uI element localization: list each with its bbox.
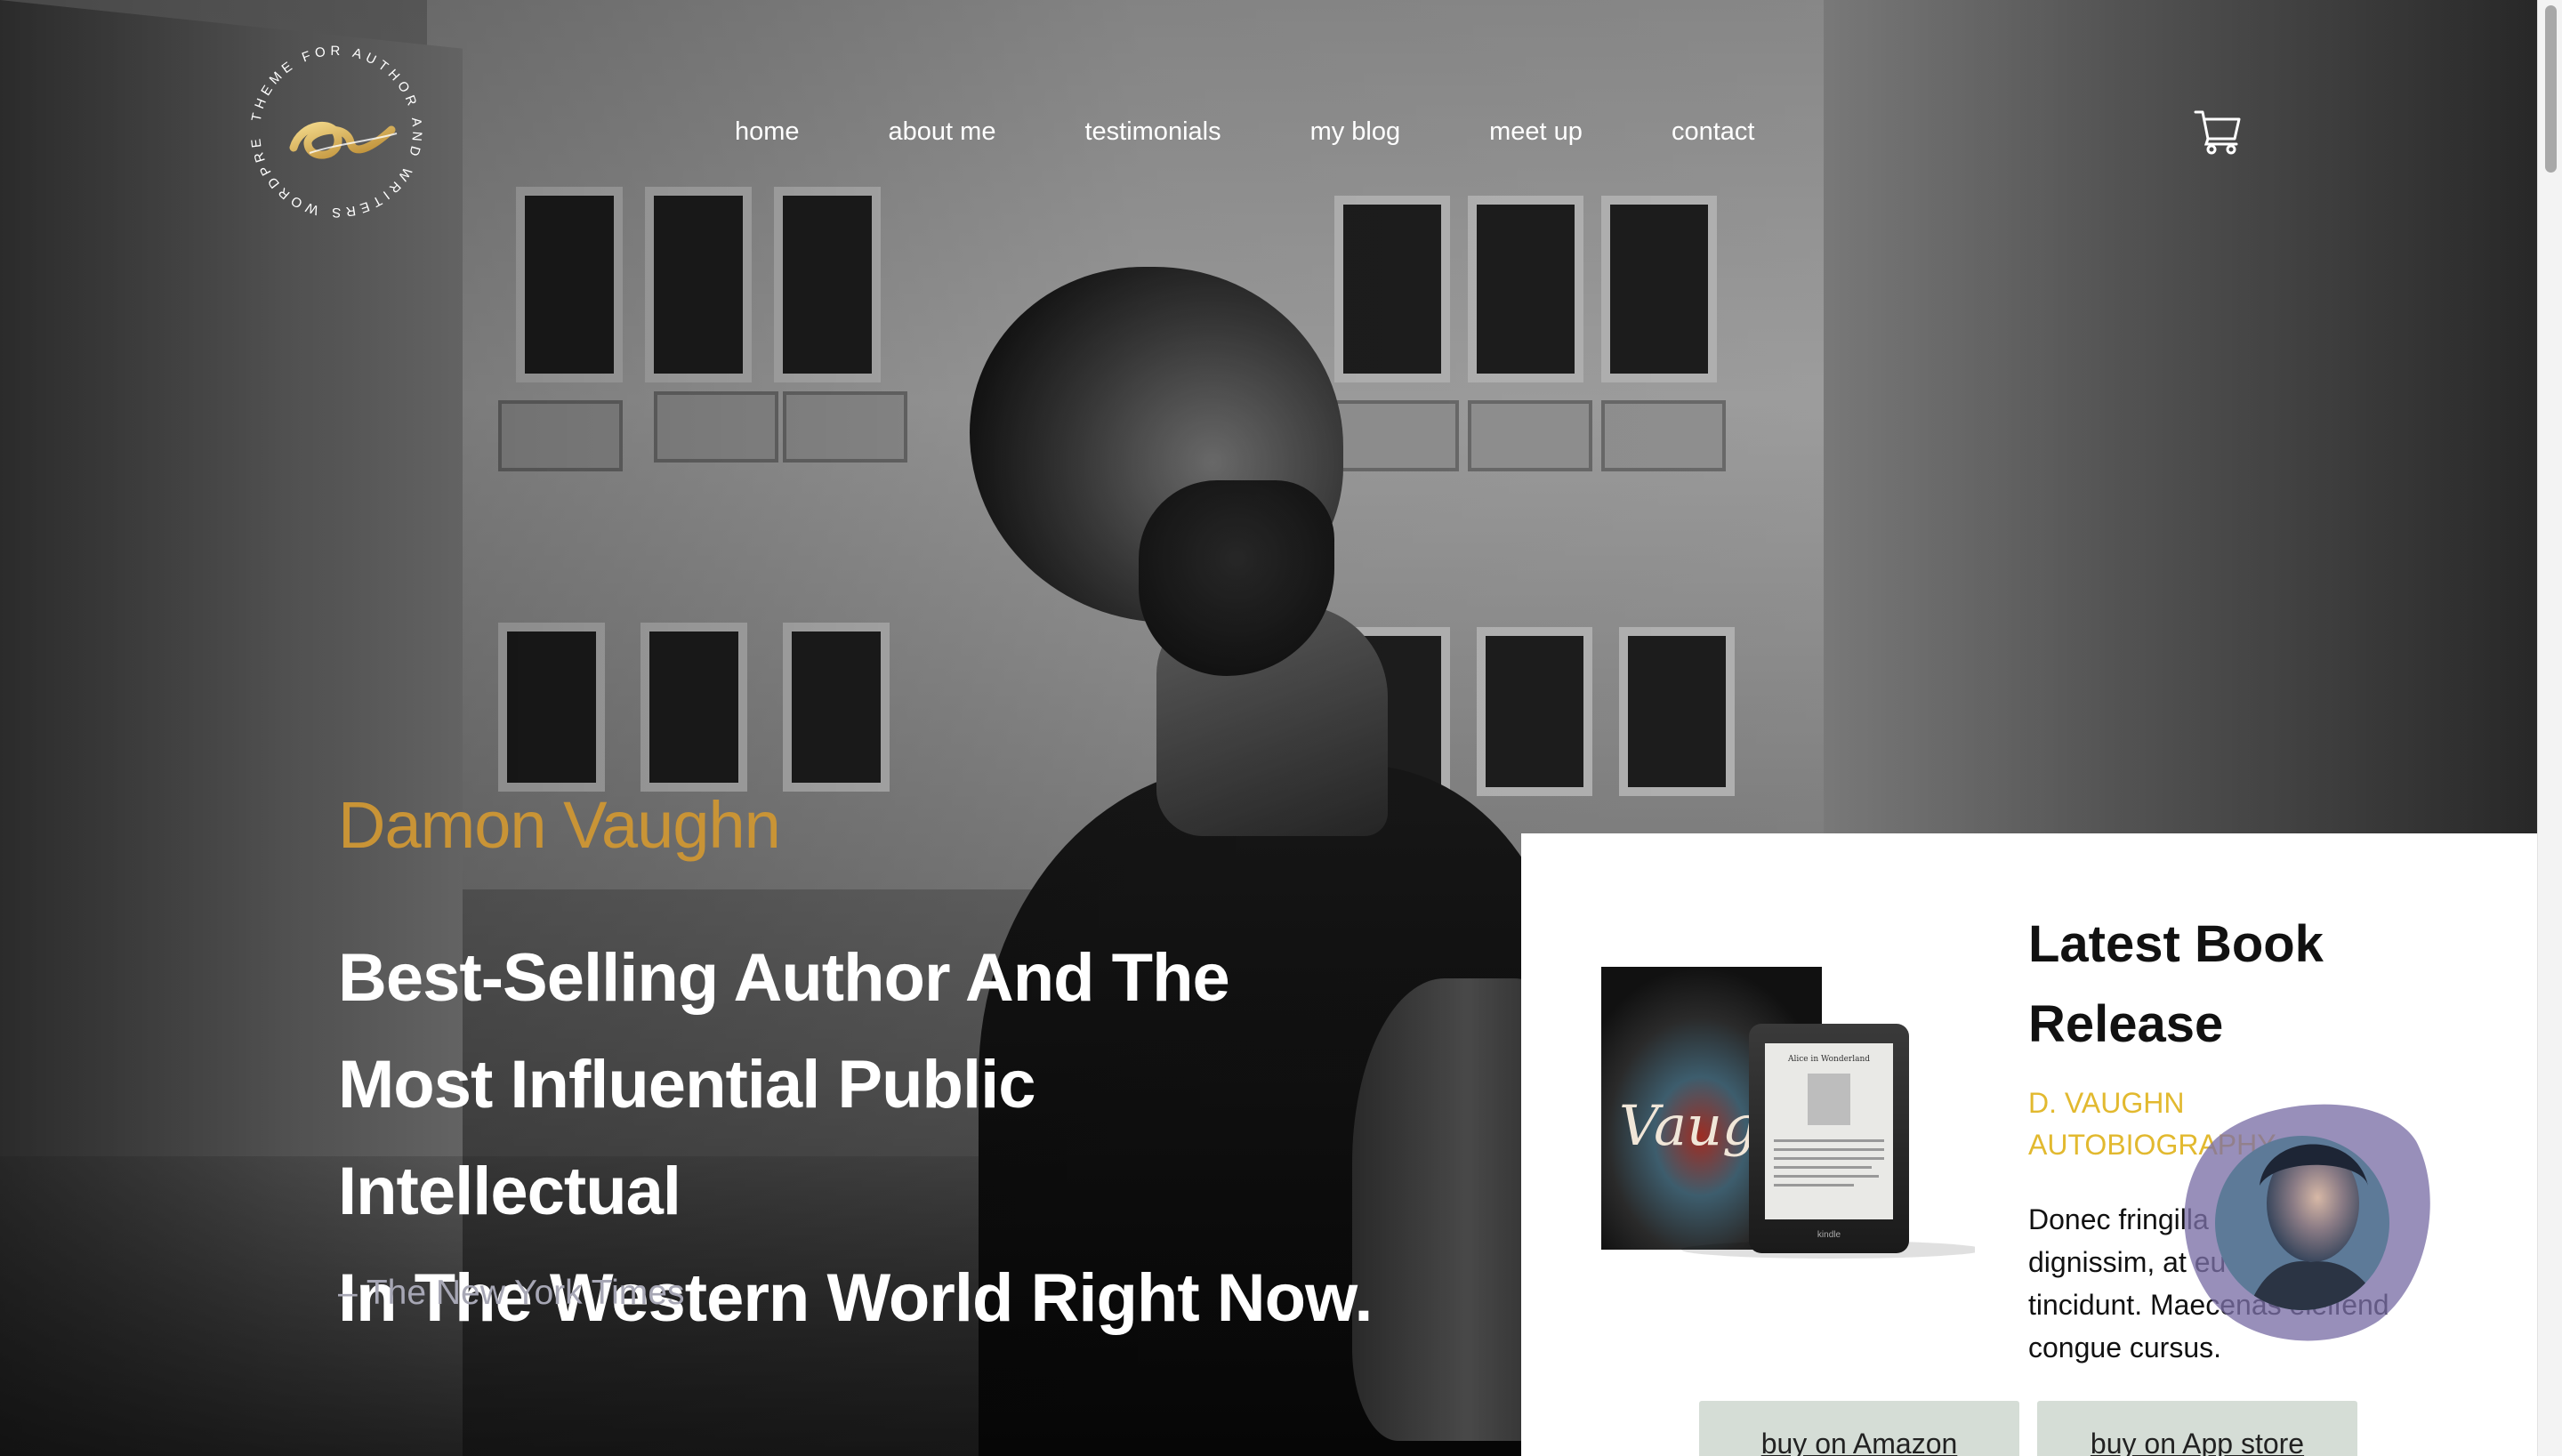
- floating-avatar[interactable]: [2178, 1088, 2436, 1346]
- hero-author-name: Damon Vaughn: [338, 788, 781, 862]
- nav-contact[interactable]: contact: [1672, 114, 1755, 149]
- nav-about-me[interactable]: about me: [889, 114, 996, 149]
- buy-on-app-store-button[interactable]: buy on App store: [2037, 1401, 2357, 1456]
- site-logo[interactable]: THEME FOR AUTHOR AND WRITERS WORDPRESS: [231, 22, 434, 229]
- book-title-line: Release: [2028, 995, 2224, 1053]
- scrollbar-thumb[interactable]: [2545, 5, 2557, 173]
- book-product-image: Vaughn Alice in Wonderland kindle: [1601, 958, 1984, 1260]
- book-title-line: Latest Book: [2028, 915, 2324, 973]
- cart-button[interactable]: [2194, 109, 2242, 155]
- latest-book-card: Vaughn Alice in Wonderland kindle Latest…: [1521, 833, 2537, 1456]
- nav-meet-up[interactable]: meet up: [1489, 114, 1583, 149]
- buy-on-amazon-button[interactable]: buy on Amazon: [1699, 1401, 2019, 1456]
- ereader-brand-label: kindle: [1817, 1230, 1841, 1240]
- nav-testimonials[interactable]: testimonials: [1084, 114, 1221, 149]
- hero-tagline-line: Best-Selling Author And The: [338, 940, 1230, 1016]
- hero-tagline-line: Most Influential Public Intellectual: [338, 1047, 1035, 1229]
- page-scrollbar[interactable]: [2537, 0, 2562, 1456]
- ereader-book-title: Alice in Wonderland: [1787, 1055, 1870, 1064]
- main-navigation: home about me testimonials my blog meet …: [735, 114, 1754, 149]
- nav-home[interactable]: home: [735, 114, 800, 149]
- book-section-title: Latest Book Release: [2028, 905, 2402, 1065]
- logo-badge-icon: THEME FOR AUTHOR AND WRITERS WORDPRESS: [231, 22, 420, 220]
- hero-quote-attribution: – The New York Times: [338, 1274, 685, 1312]
- cart-icon: [2194, 110, 2241, 155]
- nav-my-blog[interactable]: my blog: [1310, 114, 1401, 149]
